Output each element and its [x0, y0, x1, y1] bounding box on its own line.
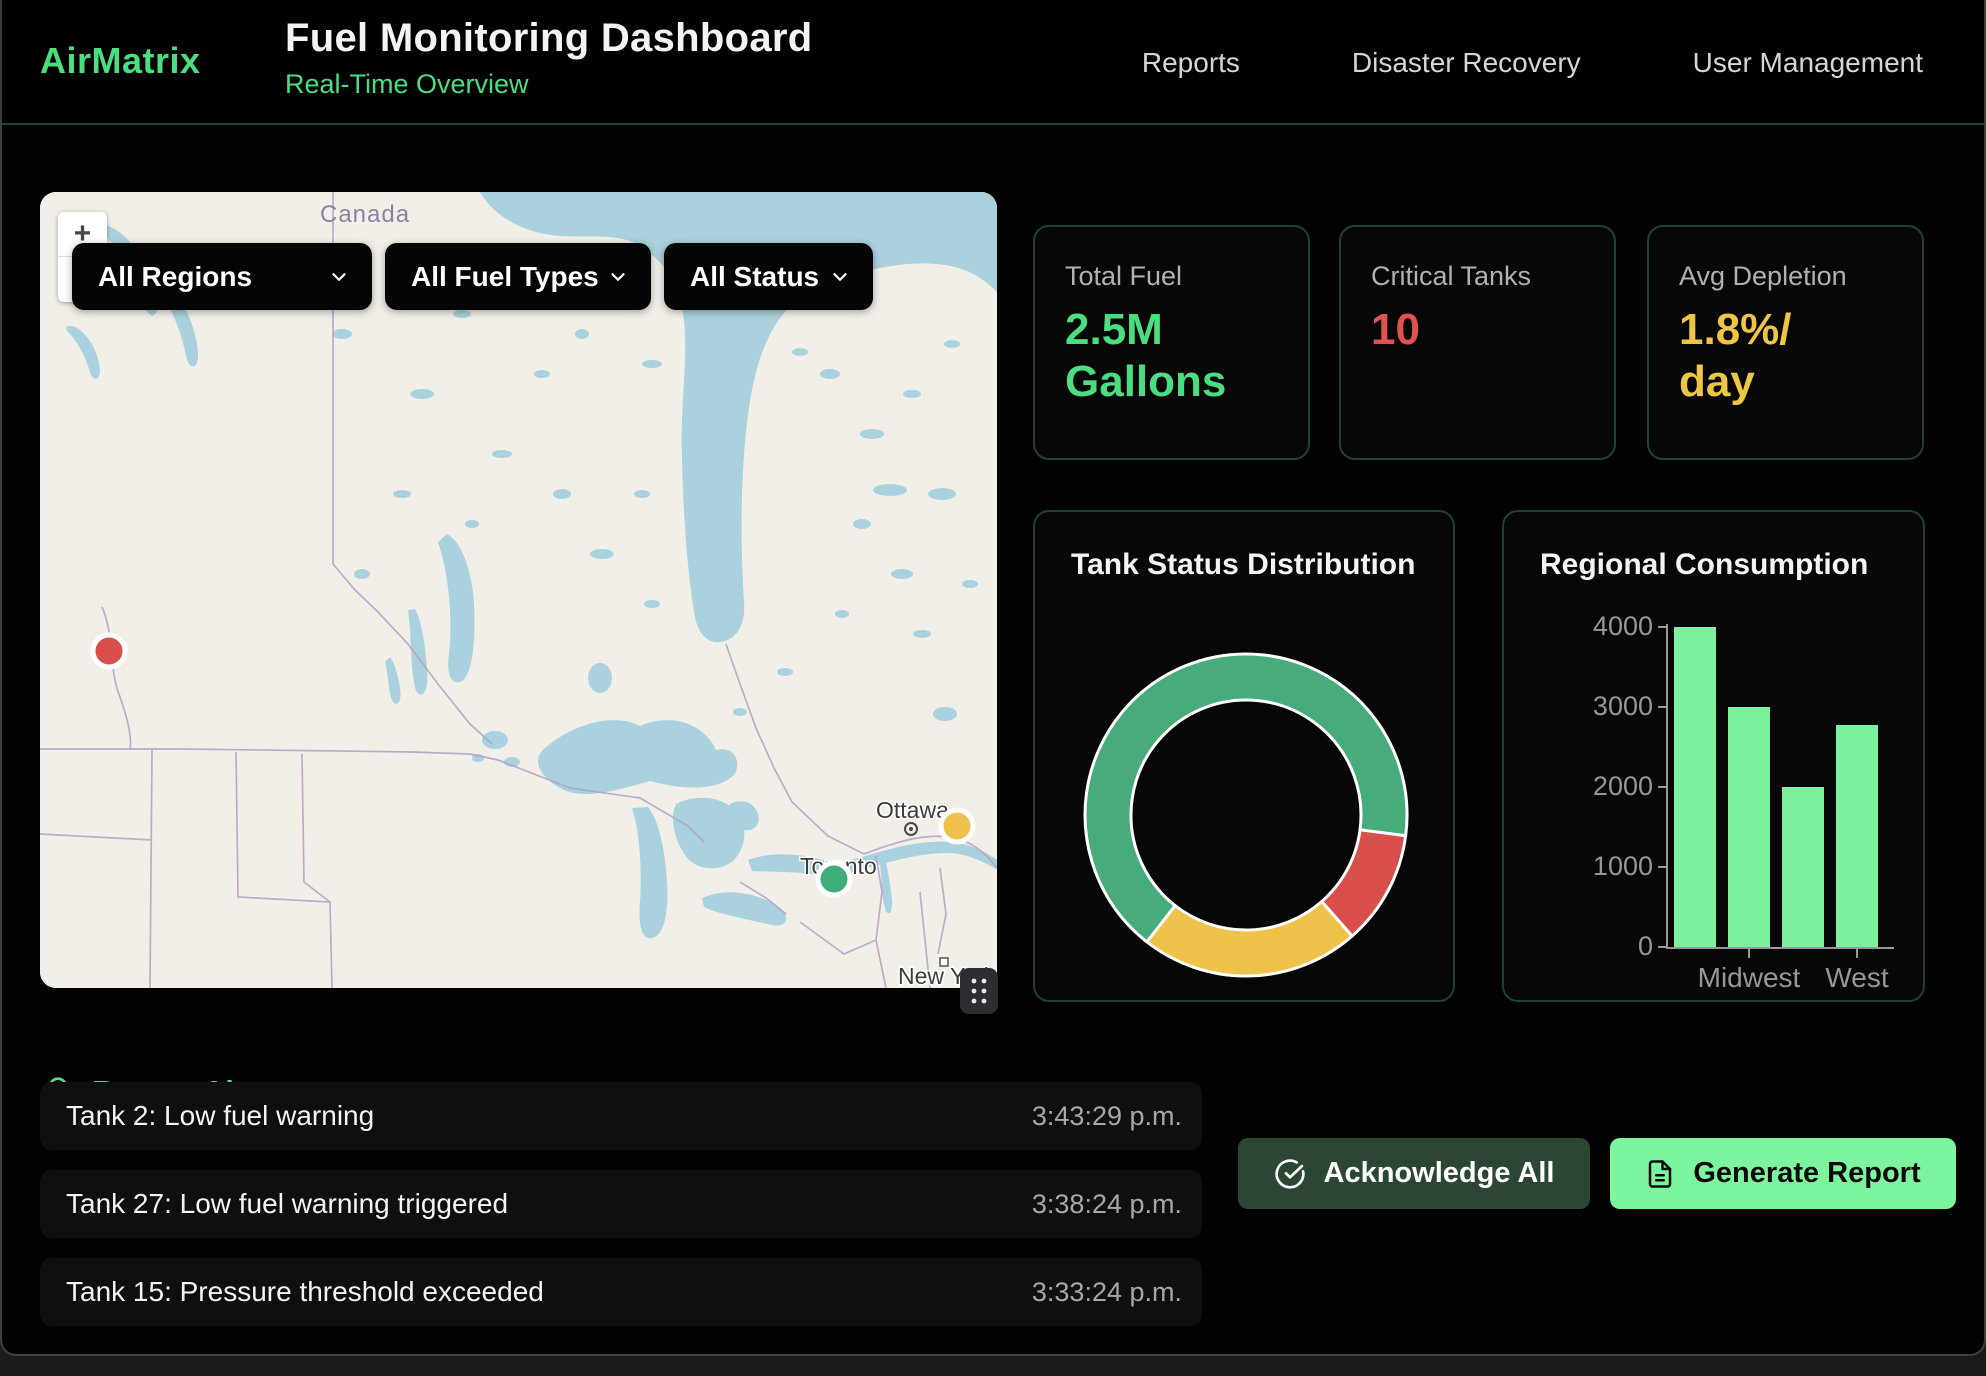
- bar-series-1: [1674, 627, 1716, 947]
- alert-row[interactable]: Tank 27: Low fuel warning triggered 3:38…: [40, 1170, 1202, 1238]
- file-text-icon: [1645, 1159, 1675, 1189]
- nav-disaster-recovery[interactable]: Disaster Recovery: [1352, 47, 1581, 79]
- fuel-type-filter-value: All Fuel Types: [411, 261, 599, 293]
- donut-chart-title: Tank Status Distribution: [1071, 548, 1415, 582]
- main-nav: Reports Disaster Recovery User Managemen…: [1142, 0, 1923, 125]
- yellow-tank-marker[interactable]: [941, 810, 973, 842]
- generate-report-button[interactable]: Generate Report: [1610, 1138, 1956, 1209]
- map-filters: All Regions All Fuel Types All Status: [72, 243, 873, 310]
- stat-value: 10: [1371, 304, 1584, 356]
- y-tick-mark: [1658, 706, 1667, 708]
- alert-row[interactable]: Tank 15: Pressure threshold exceeded 3:3…: [40, 1258, 1202, 1326]
- nav-user-management[interactable]: User Management: [1693, 47, 1923, 79]
- y-tick-mark: [1658, 786, 1667, 788]
- y-tick-label: 3000: [1583, 691, 1653, 722]
- title-block: Fuel Monitoring Dashboard Real-Time Over…: [285, 16, 812, 100]
- alert-time: 3:33:24 p.m.: [1032, 1277, 1182, 1308]
- region-filter-select[interactable]: All Regions: [72, 243, 372, 310]
- alert-text: Tank 15: Pressure threshold exceeded: [66, 1276, 544, 1308]
- chevron-down-icon: [607, 266, 629, 288]
- map-canvas[interactable]: Canada Ottawa Toronto New York: [40, 192, 997, 988]
- stat-card-total-fuel: Total Fuel 2.5M Gallons: [1033, 225, 1310, 460]
- y-tick-mark: [1658, 946, 1667, 948]
- alert-time: 3:43:29 p.m.: [1032, 1101, 1182, 1132]
- y-tick-label: 0: [1583, 931, 1653, 962]
- donut-segment-yellow: [1147, 902, 1352, 976]
- region-filter-value: All Regions: [98, 261, 252, 293]
- brand-logo: AirMatrix: [40, 40, 201, 82]
- dashboard-root: AirMatrix Fuel Monitoring Dashboard Real…: [0, 0, 1986, 1356]
- y-tick-label: 1000: [1583, 851, 1653, 882]
- x-tick-mark: [1856, 949, 1858, 958]
- alert-time: 3:38:24 p.m.: [1032, 1189, 1182, 1220]
- acknowledge-all-button[interactable]: Acknowledge All: [1238, 1138, 1590, 1209]
- y-tick-mark: [1658, 626, 1667, 628]
- bar-series-3: [1782, 787, 1824, 947]
- generate-report-label: Generate Report: [1693, 1157, 1920, 1190]
- x-tick-label: Midwest: [1689, 962, 1809, 994]
- red-tank-marker[interactable]: [93, 635, 125, 667]
- chevron-down-icon: [829, 266, 851, 288]
- resize-grip-handle[interactable]: [960, 968, 998, 1014]
- tank-status-donut-chart: [1063, 632, 1429, 998]
- y-tick-label: 2000: [1583, 771, 1653, 802]
- acknowledge-all-label: Acknowledge All: [1324, 1157, 1555, 1190]
- stat-label: Critical Tanks: [1371, 261, 1584, 292]
- map-label-canada: Canada: [320, 201, 410, 228]
- check-circle-icon: [1274, 1158, 1306, 1190]
- status-filter-value: All Status: [690, 261, 819, 293]
- x-tick-label: West: [1797, 962, 1917, 994]
- page-subtitle: Real-Time Overview: [285, 69, 812, 100]
- stat-card-critical-tanks: Critical Tanks 10: [1339, 225, 1616, 460]
- fuel-type-filter-select[interactable]: All Fuel Types: [385, 243, 651, 310]
- tank-status-distribution-card: Tank Status Distribution: [1033, 510, 1455, 1002]
- nav-reports[interactable]: Reports: [1142, 47, 1240, 79]
- y-tick-mark: [1658, 866, 1667, 868]
- y-tick-label: 4000: [1583, 611, 1653, 642]
- stat-label: Avg Depletion: [1679, 261, 1892, 292]
- chevron-down-icon: [328, 266, 350, 288]
- stat-label: Total Fuel: [1065, 261, 1278, 292]
- header: AirMatrix Fuel Monitoring Dashboard Real…: [2, 0, 1984, 125]
- alert-text: Tank 27: Low fuel warning triggered: [66, 1188, 508, 1220]
- page-title: Fuel Monitoring Dashboard: [285, 16, 812, 61]
- stat-value: 2.5M Gallons: [1065, 304, 1278, 408]
- x-tick-mark: [1748, 949, 1750, 958]
- green-tank-marker[interactable]: [818, 863, 850, 895]
- alert-row[interactable]: Tank 2: Low fuel warning 3:43:29 p.m.: [40, 1082, 1202, 1150]
- alert-text: Tank 2: Low fuel warning: [66, 1100, 374, 1132]
- map-label-ottawa: Ottawa: [876, 797, 949, 823]
- stat-card-avg-depletion: Avg Depletion 1.8%/day: [1647, 225, 1924, 460]
- x-axis-line: [1666, 947, 1894, 949]
- regional-consumption-bar-chart: 0 1000 2000 3000 4000 MidwestWest: [1504, 512, 1923, 1000]
- stat-value: 1.8%/day: [1679, 304, 1803, 408]
- regional-consumption-card: Regional Consumption 01000200030004000Mi…: [1502, 510, 1925, 1002]
- map-panel[interactable]: Canada Ottawa Toronto New York + − All R…: [40, 192, 997, 988]
- status-filter-select[interactable]: All Status: [664, 243, 873, 310]
- grip-dots-icon: [969, 976, 989, 1006]
- bar-Midwest: [1728, 707, 1770, 947]
- bar-West: [1836, 725, 1878, 947]
